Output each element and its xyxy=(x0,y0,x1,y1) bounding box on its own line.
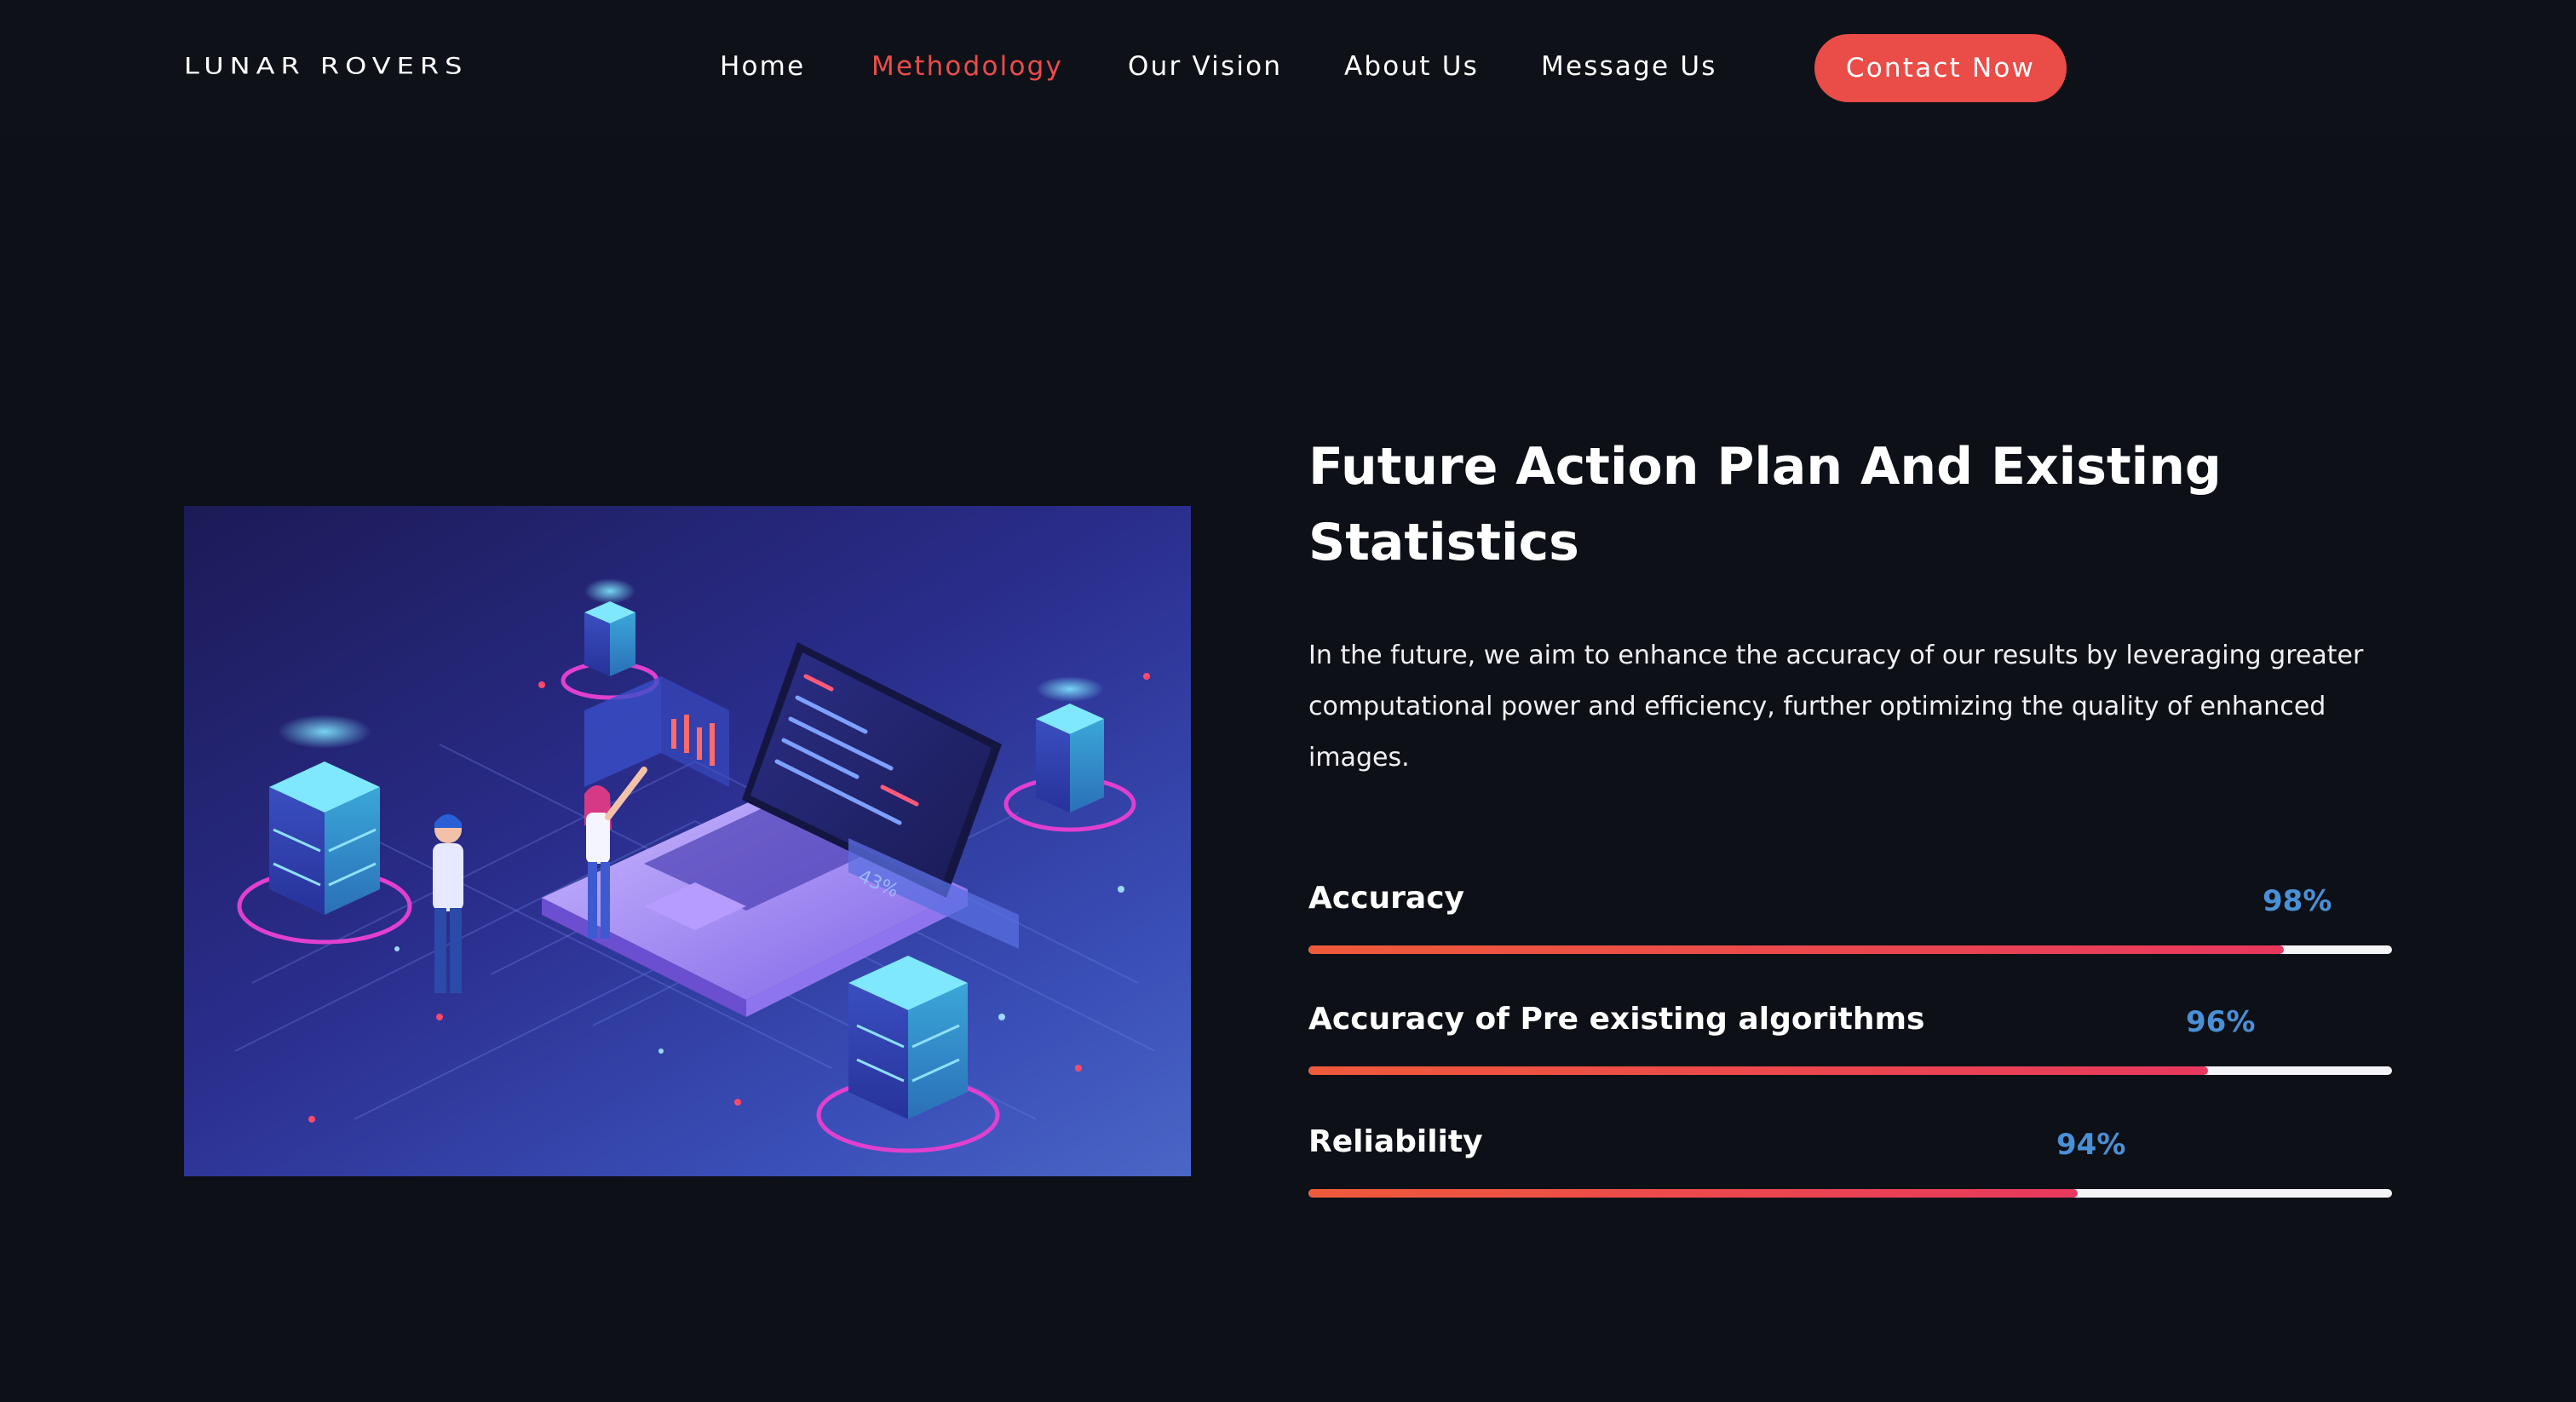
isometric-server-illustration: 43% xyxy=(234,578,1156,1153)
site-header: LUNAR ROVERS Home Methodology Our Vision… xyxy=(0,0,2576,136)
stat-label: Accuracy xyxy=(1308,881,1465,916)
section-title-line-1: Future Action Plan And Existing xyxy=(1308,437,2222,497)
server-stack-left xyxy=(269,715,380,915)
progress-track xyxy=(1308,1189,2392,1198)
contact-now-button[interactable]: Contact Now xyxy=(1814,34,2067,102)
section-title: Future Action Plan And Existing Statisti… xyxy=(1308,429,2245,581)
progress-track xyxy=(1308,945,2392,954)
section-title-line-2: Statistics xyxy=(1308,513,1579,572)
nav-item-methodology[interactable]: Methodology xyxy=(871,51,1063,82)
stat-reliability: Reliability 94% xyxy=(1308,1124,2392,1201)
stat-label: Accuracy of Pre existing algorithms xyxy=(1308,1002,1925,1037)
nav-item-our-vision[interactable]: Our Vision xyxy=(1128,51,1282,82)
stat-percent: 96% xyxy=(2186,1005,2256,1039)
progress-fill xyxy=(1308,1066,2208,1075)
nav-item-home[interactable]: Home xyxy=(720,51,805,82)
progress-fill xyxy=(1308,945,2284,954)
stat-label: Reliability xyxy=(1308,1124,1483,1159)
stat-percent: 98% xyxy=(2263,884,2332,918)
hero-illustration: 43% xyxy=(184,506,1191,1176)
server-stack-right xyxy=(1036,676,1104,813)
nav-item-about-us[interactable]: About Us xyxy=(1344,51,1479,82)
person-left xyxy=(433,814,463,993)
server-stack-bottom xyxy=(848,956,968,1119)
progress-track xyxy=(1308,1066,2392,1075)
stat-percent: 94% xyxy=(2056,1128,2126,1162)
logo[interactable]: LUNAR ROVERS xyxy=(184,53,468,79)
stat-accuracy: Accuracy 98% xyxy=(1308,881,2392,957)
progress-fill xyxy=(1308,1189,2079,1198)
nav-item-message-us[interactable]: Message Us xyxy=(1541,51,1717,82)
section-description: In the future, we aim to enhance the acc… xyxy=(1308,641,2364,773)
stat-accuracy-pre-existing: Accuracy of Pre existing algorithms 96% xyxy=(1308,1002,2392,1078)
server-stack-top xyxy=(584,578,635,676)
